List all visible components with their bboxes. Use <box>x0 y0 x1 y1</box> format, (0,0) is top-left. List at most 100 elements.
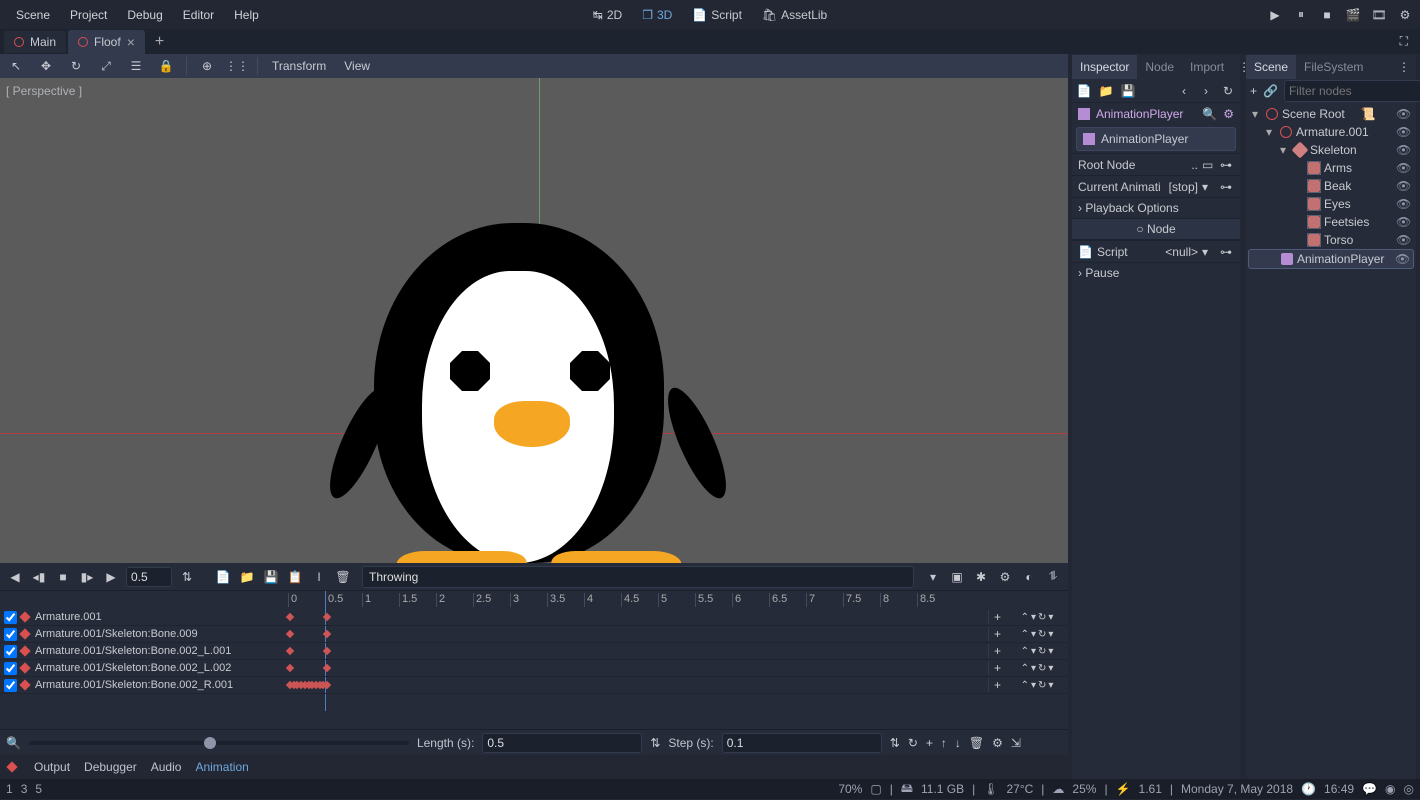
viewport-3d[interactable]: [ Perspective ] <box>0 78 1068 563</box>
anim-stop-button[interactable]: ■ <box>54 568 72 586</box>
stop-project-button[interactable]: ■ <box>1318 6 1336 24</box>
interp-icon[interactable]: ⌃ <box>1021 663 1029 674</box>
workspace-3d[interactable]: ❒3D <box>634 4 680 26</box>
track-settings-button[interactable]: ⚙ <box>992 736 1003 750</box>
interp-dropdown[interactable]: ▾ <box>1031 612 1036 623</box>
anim-delete-button[interactable]: 🗑 <box>334 568 352 586</box>
pause-project-button[interactable]: ⏸ <box>1292 6 1310 24</box>
tab-output[interactable]: Output <box>34 760 70 774</box>
visibility-icon[interactable]: 👁 <box>1396 215 1410 229</box>
menu-help[interactable]: Help <box>224 2 269 28</box>
anim-save-button[interactable]: 💾 <box>262 568 280 586</box>
wrap-icon[interactable]: ↻ <box>1038 612 1046 623</box>
anim-tool-button[interactable]: ⚙ <box>996 568 1014 586</box>
keyframe[interactable] <box>286 630 294 638</box>
wrap-dropdown[interactable]: ▾ <box>1048 663 1053 674</box>
zoom-slider[interactable] <box>29 741 409 745</box>
visibility-icon[interactable]: 👁 <box>1396 125 1410 139</box>
tab-debugger[interactable]: Debugger <box>84 760 137 774</box>
anim-copy-button[interactable]: 📋 <box>286 568 304 586</box>
track-keys[interactable] <box>287 626 988 642</box>
interp-dropdown[interactable]: ▾ <box>1031 663 1036 674</box>
add-key-button[interactable]: + <box>988 627 1006 641</box>
anim-updown-icon[interactable]: ⇅ <box>178 568 196 586</box>
menu-scene[interactable]: Scene <box>6 2 60 28</box>
add-node-button[interactable]: + <box>1250 84 1257 98</box>
add-tab-button[interactable]: + <box>147 29 172 55</box>
current-anim-value[interactable]: [stop] <box>1169 180 1198 194</box>
tab-scene[interactable]: Scene <box>1246 55 1296 79</box>
root-node-value[interactable]: .. <box>1191 158 1198 172</box>
wrap-icon[interactable]: ↻ <box>1038 663 1046 674</box>
interp-icon[interactable]: ⌃ <box>1021 629 1029 640</box>
track-up-button[interactable]: ↑ <box>941 736 947 750</box>
add-key-button[interactable]: + <box>988 644 1006 658</box>
wrap-icon[interactable]: ↻ <box>1038 646 1046 657</box>
keyframe[interactable] <box>323 664 331 672</box>
animation-track[interactable]: Armature.001/Skeleton:Bone.009 + ⌃▾ ↻▾ <box>0 626 1068 643</box>
distraction-free-button[interactable]: ⛶ <box>1392 30 1416 53</box>
anim-onion-button[interactable]: ◐ <box>1020 568 1038 586</box>
delete-track-button[interactable]: 🗑 <box>969 736 984 750</box>
dock-menu-icon[interactable]: ⋮ <box>1392 60 1416 74</box>
list-tool[interactable]: ☰ <box>126 56 146 76</box>
track-enable-checkbox[interactable] <box>4 645 17 658</box>
tree-item-animationplayer[interactable]: AnimationPlayer 👁 <box>1248 249 1414 269</box>
history-next-button[interactable]: › <box>1198 83 1214 99</box>
tab-main[interactable]: Main <box>4 31 66 53</box>
anim-pos-input[interactable] <box>126 567 172 587</box>
local-space-toggle[interactable]: ⊕ <box>197 56 217 76</box>
tab-import[interactable]: Import <box>1182 55 1232 79</box>
view-menu[interactable]: View <box>340 59 374 73</box>
tree-arrow[interactable]: ▾ <box>1252 107 1262 121</box>
tab-animation[interactable]: Animation <box>195 760 248 774</box>
tree-item-eyes[interactable]: Eyes 👁 <box>1248 195 1414 213</box>
add-key-button[interactable]: + <box>988 610 1006 624</box>
interp-dropdown[interactable]: ▾ <box>1031 646 1036 657</box>
rotate-tool[interactable]: ↻ <box>66 56 86 76</box>
workspace-script[interactable]: 📄Script <box>684 4 750 26</box>
animation-track[interactable]: Armature.001/Skeleton:Bone.002_R.001 + ⌃… <box>0 677 1068 694</box>
menu-editor[interactable]: Editor <box>173 2 224 28</box>
wrap-dropdown[interactable]: ▾ <box>1048 612 1053 623</box>
menu-project[interactable]: Project <box>60 2 117 28</box>
play-scene-button[interactable]: 🎬 <box>1344 6 1362 24</box>
animation-track[interactable]: Armature.001 + ⌃▾ ↻▾ <box>0 609 1068 626</box>
track-enable-checkbox[interactable] <box>4 679 17 692</box>
anim-dropdown-icon[interactable]: ▾ <box>924 568 942 586</box>
visibility-icon[interactable]: 👁 <box>1396 233 1410 247</box>
save-resource-button[interactable]: 💾 <box>1120 83 1136 99</box>
timeline-ruler[interactable]: 00.511.522.533.544.555.566.577.588.5 <box>288 591 1068 609</box>
select-tool[interactable]: ↖ <box>6 56 26 76</box>
add-key-button[interactable]: + <box>988 678 1006 692</box>
play-project-button[interactable]: ▶ <box>1266 6 1284 24</box>
inspector-object[interactable]: AnimationPlayer <box>1076 127 1236 151</box>
tab-filesystem[interactable]: FileSystem <box>1296 55 1371 79</box>
snap-toggle[interactable]: ⋮⋮ <box>227 56 247 76</box>
discord-icon[interactable]: 💬 <box>1362 782 1377 796</box>
settings-icon[interactable]: ⚙ <box>1396 6 1414 24</box>
interp-dropdown[interactable]: ▾ <box>1031 629 1036 640</box>
anim-open-button[interactable]: 📁 <box>238 568 256 586</box>
assign-icon[interactable]: ▭ <box>1202 158 1216 172</box>
track-keys[interactable] <box>287 677 988 693</box>
anim-play-button[interactable]: ▶ <box>102 568 120 586</box>
pause-section[interactable]: › Pause <box>1072 262 1240 283</box>
visibility-icon[interactable]: 👁 <box>1396 179 1410 193</box>
tab-node[interactable]: Node <box>1137 55 1182 79</box>
track-keys[interactable] <box>287 643 988 659</box>
interp-dropdown[interactable]: ▾ <box>1031 680 1036 691</box>
length-updown-icon[interactable]: ⇅ <box>650 736 660 750</box>
cleanup-button[interactable]: ⇲ <box>1011 736 1021 750</box>
tray-icon[interactable]: ◉ <box>1385 782 1395 796</box>
interp-icon[interactable]: ⌃ <box>1021 646 1029 657</box>
tree-arrow[interactable]: ▾ <box>1266 125 1276 139</box>
wrap-icon[interactable]: ↻ <box>1038 629 1046 640</box>
tree-item-arms[interactable]: Arms 👁 <box>1248 159 1414 177</box>
track-enable-checkbox[interactable] <box>4 611 17 624</box>
filter-nodes-input[interactable] <box>1284 80 1420 102</box>
tray-icon-2[interactable]: ◎ <box>1404 782 1414 796</box>
track-keys[interactable] <box>287 660 988 676</box>
anim-next-button[interactable]: ▮▸ <box>78 568 96 586</box>
settings-icon[interactable]: ⚙ <box>1223 107 1234 121</box>
